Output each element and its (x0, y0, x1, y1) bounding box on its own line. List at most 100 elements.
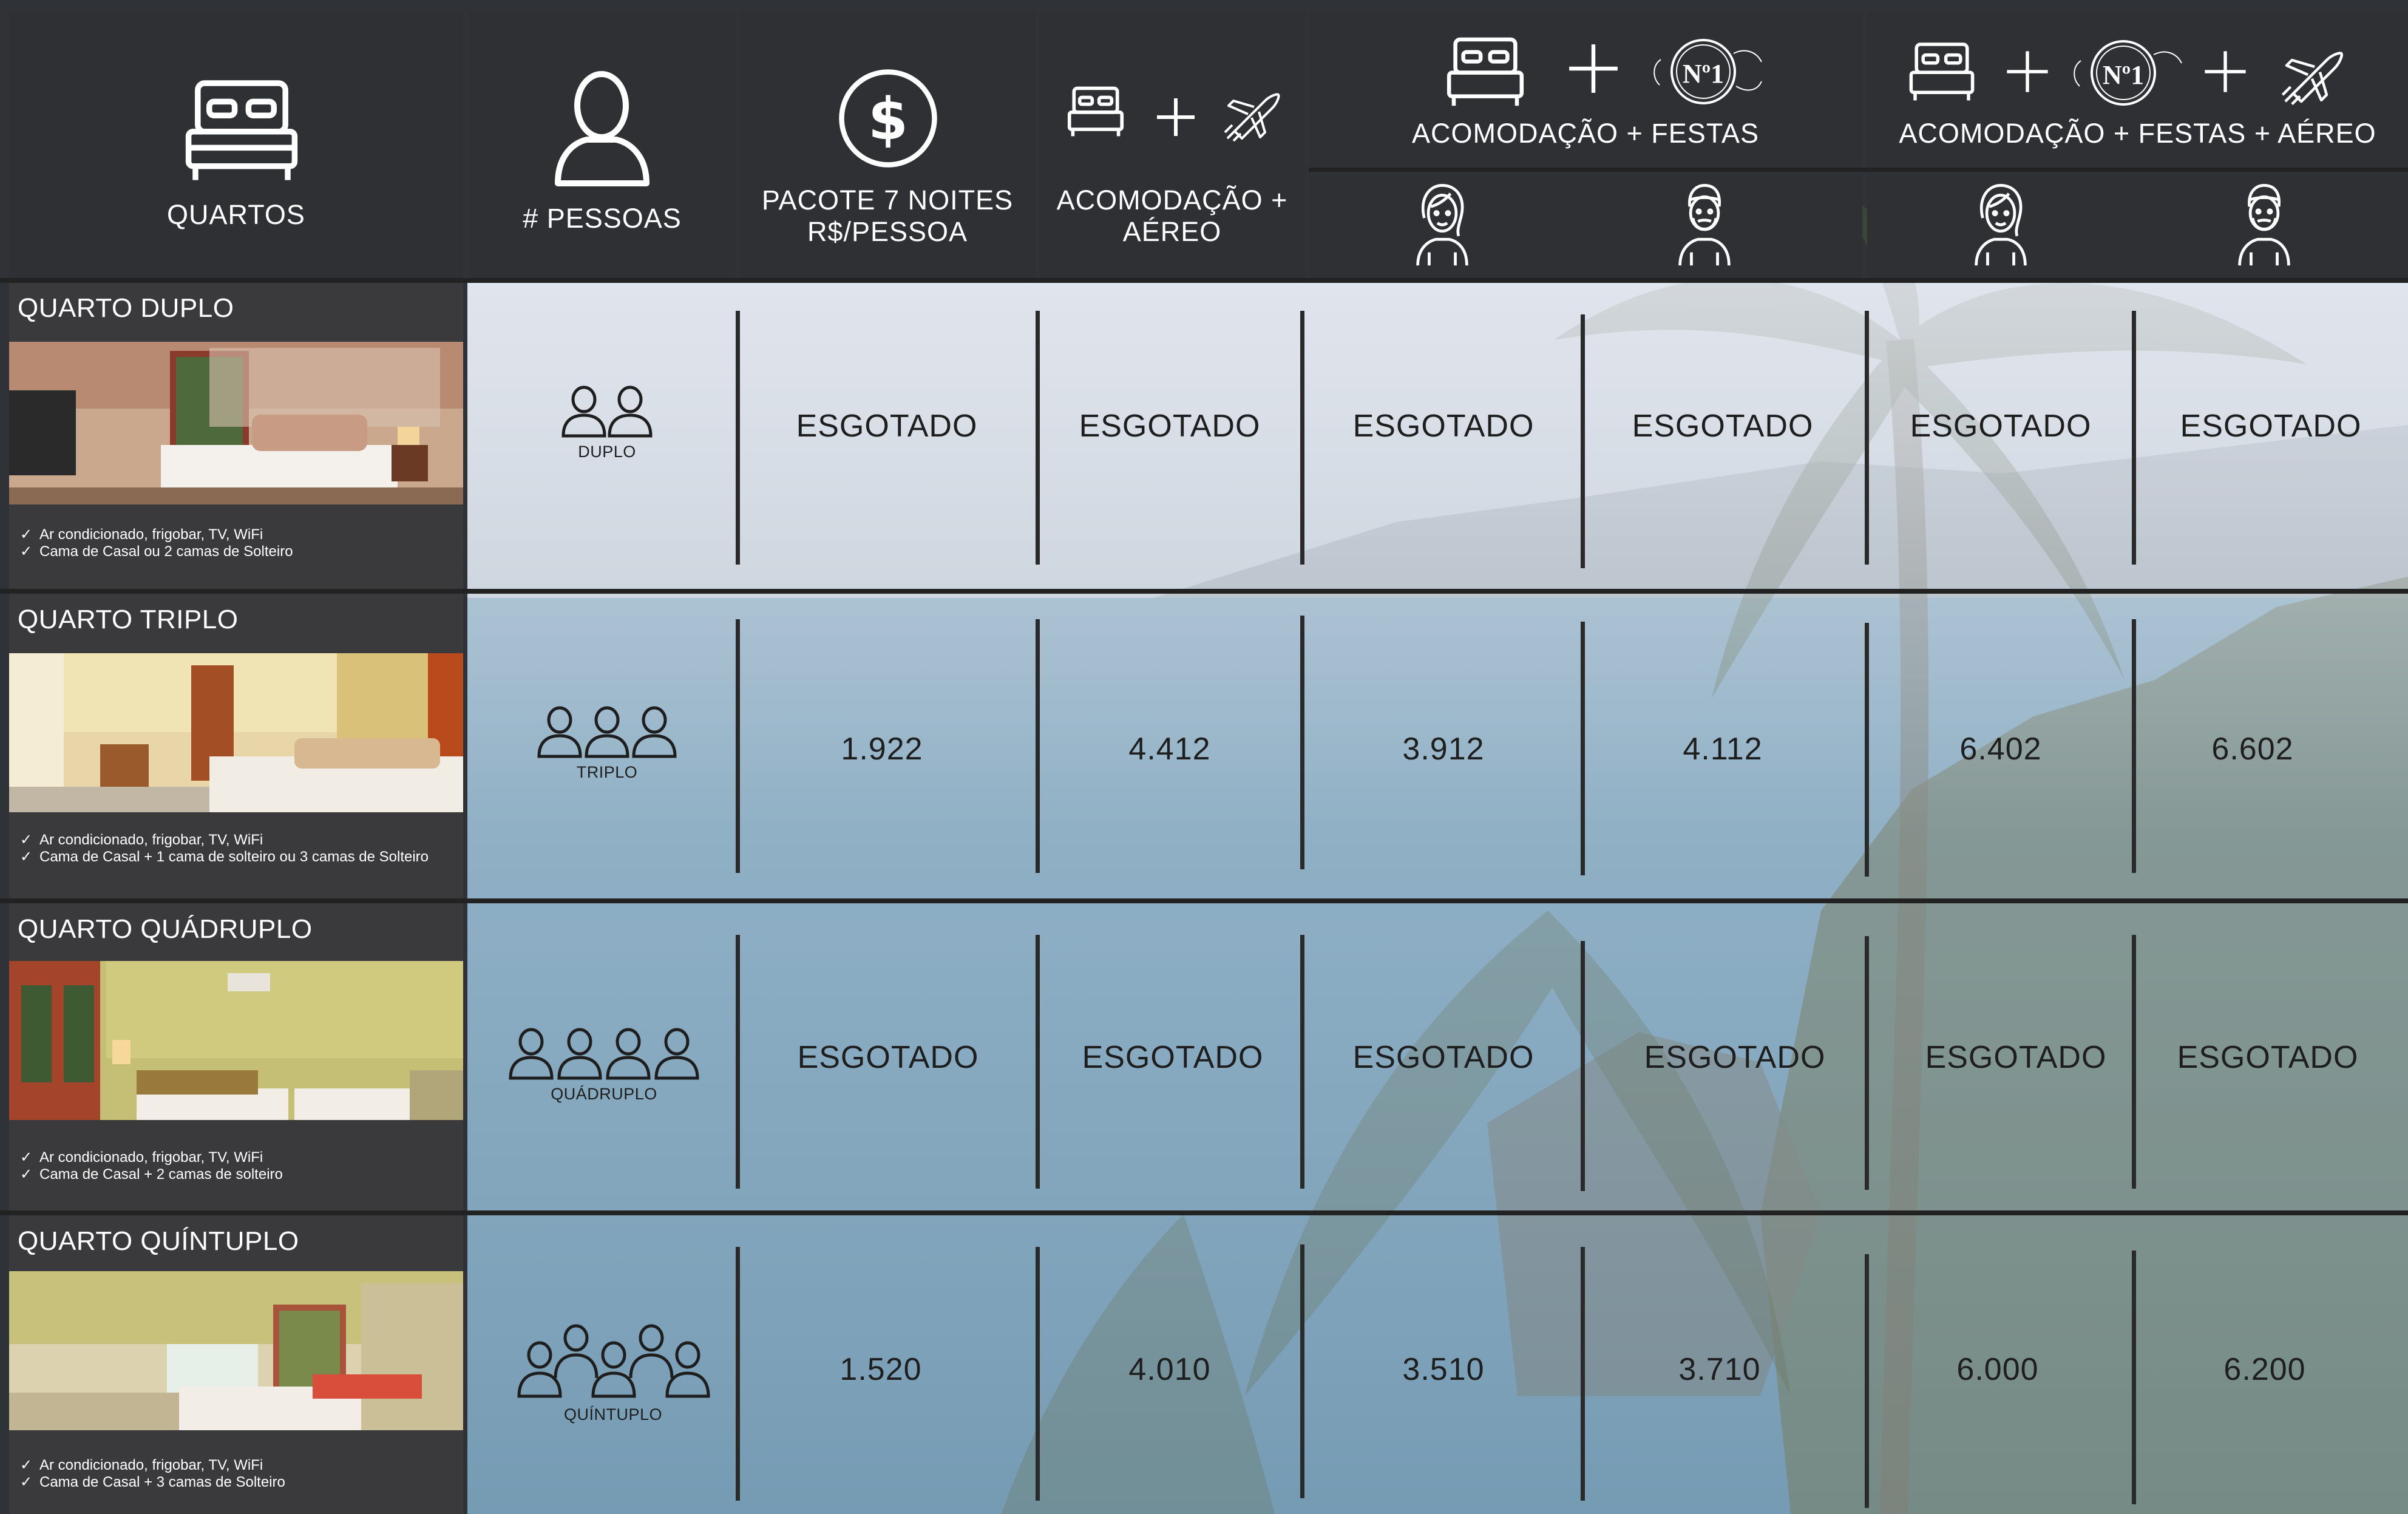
woman-icon (1975, 184, 2027, 266)
people-group-icon (509, 1028, 699, 1080)
column-divider (1300, 1244, 1304, 1498)
price-cell: 4.010 (1128, 1352, 1211, 1387)
people-group-icon (561, 385, 653, 438)
header-accommodation-air-line2: AÉREO (1122, 216, 1222, 247)
column-divider (1300, 616, 1304, 869)
plus-icon (2007, 51, 2048, 92)
header-gender-row-parties (1309, 172, 1862, 278)
price-cell: 3.510 (1402, 1352, 1485, 1387)
room-feature: Ar condicionado, frigobar, TV, WiFi (18, 1149, 283, 1166)
column-divider (2132, 619, 2136, 873)
people-group-icon (517, 1324, 710, 1398)
header-gender-row-parties-air (1867, 172, 2408, 278)
room-card-duplo: QUARTO DUPLO Ar condicionado, frigobar, … (9, 282, 463, 589)
header-package: $ PACOTE 7 NOITES R$/PESSOA (739, 11, 1036, 278)
room-features-duplo: Ar condicionado, frigobar, TV, WiFi Cama… (18, 526, 293, 560)
column-divider (1036, 935, 1040, 1189)
column-divider (1036, 1247, 1040, 1501)
price-cell: 6.602 (2211, 732, 2294, 767)
bed-icon (1446, 37, 1524, 106)
header-accommodation-parties-label: ACOMODAÇÃO + FESTAS (1411, 118, 1759, 149)
bed-icon (185, 80, 298, 180)
room-photo-triplo (9, 653, 463, 812)
airplane-icon (2281, 52, 2343, 106)
room-feature: Ar condicionado, frigobar, TV, WiFi (18, 1457, 285, 1474)
column-divider (1581, 1247, 1585, 1501)
woman-icon (1416, 184, 1468, 266)
column-divider (736, 1247, 740, 1501)
room-card-triplo: QUARTO TRIPLO Ar condicionado, frigobar,… (9, 594, 463, 898)
room-photo-quadruplo (9, 961, 463, 1120)
price-table: QUARTOS # PESSOAS $ PACOTE 7 NOITES R$/P… (0, 0, 2408, 1514)
people-group-duplo: DUPLO (522, 384, 692, 461)
header-rooms-label: QUARTOS (167, 199, 305, 230)
people-label: DUPLO (578, 443, 636, 461)
price-cell: 3.710 (1678, 1352, 1761, 1387)
column-divider (1865, 1254, 1869, 1508)
column-divider (2132, 311, 2136, 565)
bed-icon (1909, 42, 1975, 101)
airplane-icon (1224, 93, 1280, 142)
dollar-icon: $ (839, 69, 937, 168)
person-icon (555, 71, 649, 186)
column-divider (736, 619, 740, 873)
column-divider (1581, 314, 1585, 568)
column-divider (736, 935, 740, 1189)
price-cell: 3.912 (1402, 732, 1485, 767)
room-features-quintuplo: Ar condicionado, frigobar, TV, WiFi Cama… (18, 1457, 285, 1491)
bed-icon (1067, 86, 1124, 137)
price-cell: ESGOTADO (2180, 409, 2362, 444)
price-cell: ESGOTADO (1352, 1040, 1535, 1075)
column-divider (1865, 311, 1869, 565)
room-feature: Cama de Casal + 2 camas de solteiro (18, 1166, 283, 1183)
column-divider (1865, 623, 1869, 877)
header-accommodation-air: ACOMODAÇÃO + AÉREO (1039, 11, 1305, 278)
room-title: QUARTO DUPLO (18, 293, 234, 323)
price-cell: ESGOTADO (1644, 1040, 1826, 1075)
header-package-line1: PACOTE 7 NOITES (761, 185, 1014, 216)
column-divider (1300, 311, 1304, 565)
header-people: # PESSOAS (469, 11, 736, 278)
column-divider (1581, 941, 1585, 1191)
header-accommodation-parties-air: Nº1 ACOMODAÇÃO + FESTAS + AÉREO (1867, 11, 2408, 168)
room-title: QUARTO QUÁDRUPLO (18, 914, 313, 944)
people-group-quintuplo: QUÍNTUPLO (510, 1322, 716, 1424)
row-divider (0, 589, 2408, 594)
price-cell: 4.412 (1128, 732, 1211, 767)
header-accommodation-parties: Nº1 ACOMODAÇÃO + FESTAS (1309, 11, 1862, 168)
price-cell: ESGOTADO (1079, 409, 1261, 444)
people-group-icon (537, 706, 677, 758)
room-photo-quintuplo (9, 1271, 463, 1430)
plus-icon (1157, 98, 1195, 136)
column-divider (1036, 311, 1040, 565)
header-people-label: # PESSOAS (523, 203, 682, 234)
people-group-quadruplo: QUÁDRUPLO (504, 1026, 704, 1104)
price-cell: ESGOTADO (1352, 409, 1535, 444)
people-group-triplo: TRIPLO (522, 704, 692, 782)
row-divider (0, 898, 2408, 903)
people-label: QUÁDRUPLO (551, 1085, 657, 1103)
price-cell: ESGOTADO (1910, 409, 2092, 444)
price-cell: ESGOTADO (2177, 1040, 2359, 1075)
man-icon (2238, 184, 2290, 266)
no1-badge-icon: Nº1 (1649, 35, 1764, 108)
price-cell: ESGOTADO (1082, 1040, 1264, 1075)
no1-badge-text: Nº1 (2102, 60, 2145, 90)
header-accommodation-air-line1: ACOMODAÇÃO + (1056, 185, 1288, 216)
room-card-quadruplo: QUARTO QUÁDRUPLO Ar condicionado, frigob… (9, 903, 463, 1210)
plus-icon (2205, 51, 2246, 92)
price-cell: 6.000 (1956, 1352, 2039, 1387)
header-package-line2: R$/PESSOA (807, 216, 968, 247)
room-card-quintuplo: QUARTO QUÍNTUPLO Ar condicionado, frigob… (9, 1215, 463, 1514)
header-divider (1309, 168, 2408, 172)
price-cell: 6.402 (1959, 732, 2042, 767)
price-cell: ESGOTADO (797, 1040, 979, 1075)
header-accommodation-parties-air-label: ACOMODAÇÃO + FESTAS + AÉREO (1899, 118, 2376, 149)
price-cell: 1.922 (841, 732, 923, 767)
no1-badge-text: Nº1 (1682, 59, 1725, 89)
svg-text:$: $ (868, 86, 908, 153)
price-cell: 6.200 (2223, 1352, 2306, 1387)
room-photo-duplo (9, 342, 463, 504)
row-divider (0, 278, 2408, 283)
price-cell: ESGOTADO (796, 409, 978, 444)
